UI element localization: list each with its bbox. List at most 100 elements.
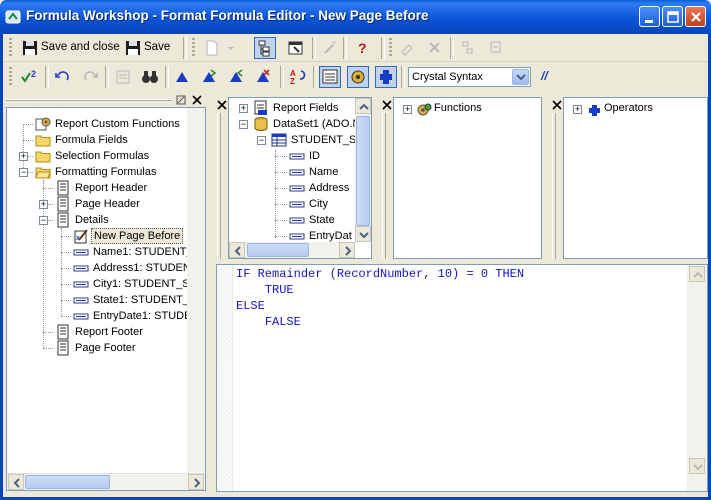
expand-toggle[interactable]: − — [239, 120, 248, 129]
clear-bookmarks-button[interactable] — [253, 66, 275, 88]
toggle-operators-tree-button[interactable] — [375, 66, 397, 88]
syntax-select[interactable]: Crystal Syntax — [408, 67, 531, 87]
panel-restore-button[interactable] — [176, 95, 186, 105]
check-formula-button[interactable]: 2 — [18, 66, 40, 88]
panel-grip[interactable] — [6, 99, 172, 101]
new-formula-button[interactable] — [201, 37, 223, 59]
expand-toggle[interactable]: + — [403, 105, 412, 114]
fields-tree-item-label: Report Fields — [273, 102, 339, 114]
panel-grip[interactable] — [552, 113, 556, 259]
fields-panel-close-button[interactable] — [217, 100, 227, 110]
functions-panel-close-button[interactable] — [382, 100, 392, 110]
panel-grip[interactable] — [217, 113, 221, 259]
next-bookmark-button[interactable] — [199, 66, 221, 88]
code-line[interactable]: FALSE — [236, 315, 301, 329]
fields-tree-item-label: STUDENT_S — [291, 134, 357, 146]
toolbar-grip[interactable] — [9, 67, 12, 87]
arrow-down-icon — [693, 464, 703, 471]
expand-toggle[interactable]: − — [257, 136, 266, 145]
tree-connector-line — [275, 150, 277, 238]
scroll-down-button[interactable] — [355, 226, 371, 242]
scroll-thumb[interactable] — [247, 243, 309, 257]
save-and-close-button[interactable]: Save and close — [19, 37, 120, 59]
tree-connector-line — [23, 140, 33, 142]
editor-vertical-scrollbar[interactable] — [687, 265, 707, 491]
minimize-button[interactable] — [639, 6, 660, 27]
collapse-button[interactable] — [485, 37, 507, 59]
browse-data-button[interactable] — [112, 66, 134, 88]
comment-button[interactable]: // — [537, 66, 559, 88]
toggle-bookmark-button[interactable] — [172, 66, 194, 88]
scroll-thumb[interactable] — [25, 475, 110, 489]
next-bookmark-icon — [203, 69, 217, 82]
editor-gutter[interactable] — [217, 265, 233, 491]
toolbar-grip[interactable] — [389, 38, 392, 58]
undo-button[interactable] — [52, 66, 74, 88]
toggle-fields-tree-button[interactable] — [319, 66, 341, 88]
arrow-right-icon — [194, 478, 201, 488]
formula-editor[interactable]: IF Remainder (RecordNumber, 10) = 0 THEN… — [216, 264, 708, 492]
toolbar-grip[interactable] — [192, 38, 195, 58]
field-icon — [289, 180, 305, 196]
redo-button[interactable] — [79, 66, 101, 88]
close-window-button[interactable] — [685, 6, 706, 27]
operators-panel-close-button[interactable] — [552, 100, 562, 110]
previous-bookmark-button[interactable] — [226, 66, 248, 88]
formula-edit-icon: x — [73, 228, 89, 244]
expand-toggle[interactable]: + — [573, 105, 582, 114]
scroll-left-button[interactable] — [229, 242, 245, 258]
panel-close-button[interactable] — [192, 95, 202, 105]
scroll-left-button[interactable] — [8, 474, 24, 490]
expand-button[interactable] — [458, 37, 480, 59]
maximize-button[interactable] — [662, 6, 683, 27]
new-formula-dropdown[interactable] — [225, 37, 237, 59]
operators-root-label: Operators — [604, 102, 653, 114]
expand-toggle[interactable]: − — [39, 216, 48, 225]
expand-toggle[interactable]: + — [39, 200, 48, 209]
panel-header — [6, 95, 204, 106]
svg-text:?: ? — [358, 40, 367, 56]
find-button[interactable] — [139, 66, 161, 88]
properties-button[interactable] — [285, 37, 307, 59]
scroll-up-button[interactable] — [689, 266, 705, 282]
expand-toggle[interactable]: − — [19, 168, 28, 177]
help-button[interactable]: ? — [351, 37, 373, 59]
fields-tree-horizontal-scrollbar[interactable] — [229, 242, 355, 258]
tree-connector-line — [275, 236, 287, 238]
expand-toggle[interactable]: + — [19, 152, 28, 161]
fields-tree[interactable]: + Report Fields − DataSet1 (ADO.N − STUDENT_S… — [228, 97, 372, 259]
code-line[interactable]: IF Remainder (RecordNumber, 10) = 0 THEN — [236, 267, 524, 281]
title-bar[interactable]: Formula Workshop - Format Formula Editor… — [0, 0, 711, 34]
fields-tree-vertical-scrollbar[interactable] — [355, 98, 371, 242]
delete-button[interactable] — [424, 37, 446, 59]
operators-tree[interactable]: + Operators — [563, 97, 708, 259]
show-workshop-tree-button[interactable] — [254, 37, 276, 59]
scroll-right-button[interactable] — [188, 474, 204, 490]
expert-button[interactable] — [319, 37, 341, 59]
scroll-down-button[interactable] — [689, 458, 705, 474]
code-line[interactable]: ELSE — [236, 299, 265, 313]
panel-grip[interactable] — [382, 113, 386, 259]
close-icon — [691, 12, 701, 22]
toggle-functions-tree-button[interactable] — [347, 66, 369, 88]
toolbar-separator — [183, 37, 187, 59]
scroll-thumb[interactable] — [356, 116, 370, 226]
chevron-down-icon — [228, 47, 234, 50]
save-and-close-label: Save and close — [41, 41, 120, 53]
code-line[interactable]: TRUE — [236, 283, 294, 297]
functions-tree[interactable]: + Functions — [393, 97, 542, 259]
syntax-select-value: Crystal Syntax — [412, 71, 483, 83]
expand-toggle[interactable]: + — [239, 104, 248, 113]
sort-fields-button[interactable]: AZ — [287, 66, 309, 88]
scroll-right-button[interactable] — [339, 242, 355, 258]
section-icon — [55, 324, 71, 340]
tree-connector-line — [275, 220, 287, 222]
rename-button[interactable] — [397, 37, 419, 59]
syntax-dropdown-button[interactable] — [512, 69, 529, 85]
save-button[interactable]: Save — [122, 37, 176, 59]
workshop-tree[interactable]: Report Custom Functions Formula Fields + Se… — [6, 107, 206, 491]
workshop-tree-vertical-scrollbar[interactable] — [187, 108, 205, 472]
scroll-up-button[interactable] — [355, 98, 371, 114]
workshop-tree-horizontal-scrollbar[interactable] — [7, 473, 205, 490]
toolbar-grip[interactable] — [9, 38, 12, 58]
